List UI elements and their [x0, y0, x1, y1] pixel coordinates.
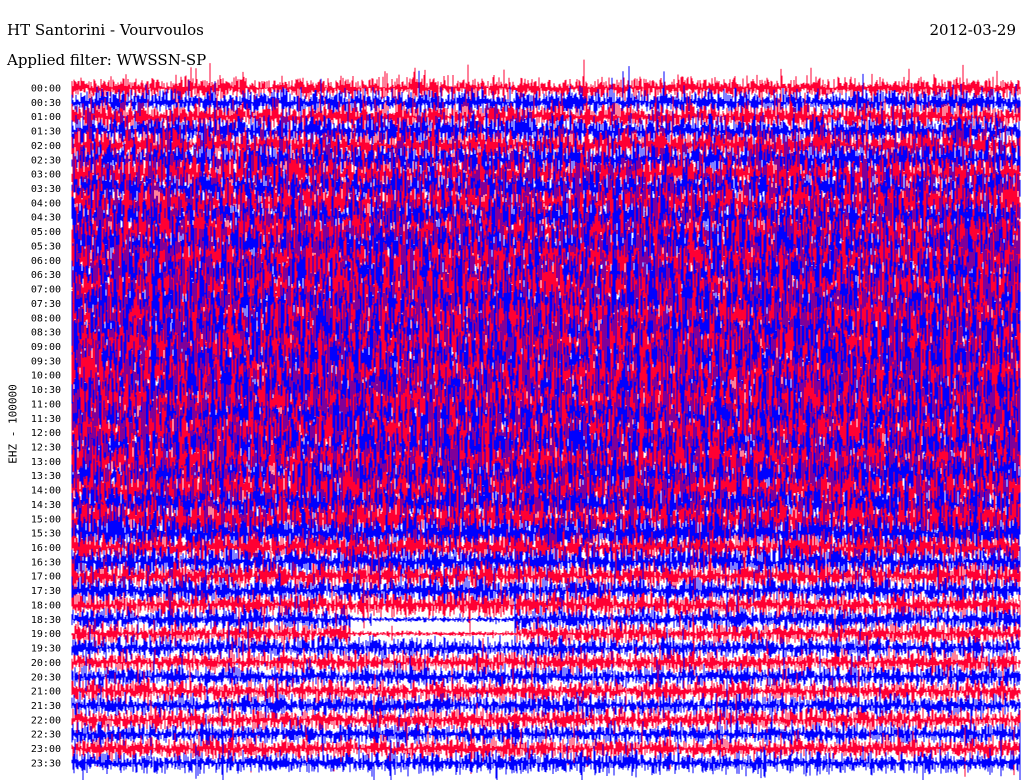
- tick-label: 18:30: [31, 615, 61, 626]
- tick-label: 01:00: [31, 112, 61, 123]
- tick-label: 13:00: [31, 457, 61, 468]
- tick-label: 05:30: [31, 242, 61, 253]
- tick-label: 19:00: [31, 629, 61, 640]
- filter-subtitle: Applied filter: WWSSN-SP: [7, 51, 207, 69]
- tick-label: 22:30: [31, 730, 61, 741]
- tick-label: 07:00: [31, 285, 61, 296]
- tick-label: 15:00: [31, 514, 61, 525]
- tick-label: 22:00: [31, 715, 61, 726]
- tick-label: 08:30: [31, 328, 61, 339]
- tick-label: 13:30: [31, 471, 61, 482]
- tick-label: 14:30: [31, 500, 61, 511]
- tick-label: 14:00: [31, 486, 61, 497]
- helicorder-page: 00:00 00:30 01:00 01:30 02:00 02:30 03:00 03:30…: [0, 0, 1024, 780]
- tick-label: 16:00: [31, 543, 61, 554]
- tick-label: 00:00: [31, 84, 61, 95]
- tick-label: 03:30: [31, 184, 61, 195]
- tick-label: 02:30: [31, 155, 61, 166]
- tick-label: 08:00: [31, 313, 61, 324]
- tick-label: 20:00: [31, 658, 61, 669]
- tick-label: 23:30: [31, 758, 61, 769]
- tick-label: 23:00: [31, 744, 61, 755]
- tick-label: 15:30: [31, 529, 61, 540]
- tick-label: 06:30: [31, 270, 61, 281]
- tick-label: 06:00: [31, 256, 61, 267]
- tick-label: 18:00: [31, 601, 61, 612]
- time-tick-labels: 00:00 00:30 01:00 01:30 02:00 02:30 03:00 03:30…: [31, 84, 61, 770]
- tick-label: 19:30: [31, 644, 61, 655]
- tick-label: 00:30: [31, 98, 61, 109]
- date-label: 2012-03-29: [929, 21, 1016, 39]
- tick-label: 12:30: [31, 443, 61, 454]
- tick-label: 04:00: [31, 198, 61, 209]
- seismogram-traces: [71, 59, 1021, 780]
- station-title: HT Santorini - Vourvoulos: [7, 21, 204, 39]
- tick-label: 09:00: [31, 342, 61, 353]
- tick-label: 02:00: [31, 141, 61, 152]
- tick-label: 03:00: [31, 170, 61, 181]
- tick-label: 10:00: [31, 371, 61, 382]
- tick-label: 12:00: [31, 428, 61, 439]
- tick-label: 21:30: [31, 701, 61, 712]
- tick-label: 05:00: [31, 227, 61, 238]
- tick-label: 16:30: [31, 557, 61, 568]
- tick-label: 09:30: [31, 356, 61, 367]
- tick-label: 21:00: [31, 687, 61, 698]
- tick-label: 17:00: [31, 572, 61, 583]
- tick-label: 07:30: [31, 299, 61, 310]
- helicorder-plot: 00:00 00:30 01:00 01:30 02:00 02:30 03:00 03:30…: [31, 59, 1021, 780]
- tick-label: 10:30: [31, 385, 61, 396]
- tick-label: 04:30: [31, 213, 61, 224]
- tick-label: 17:30: [31, 586, 61, 597]
- tick-label: 01:30: [31, 127, 61, 138]
- tick-label: 11:00: [31, 399, 61, 410]
- y-axis-label: EHZ - 100000: [6, 384, 20, 464]
- tick-label: 11:30: [31, 414, 61, 425]
- tick-label: 20:30: [31, 672, 61, 683]
